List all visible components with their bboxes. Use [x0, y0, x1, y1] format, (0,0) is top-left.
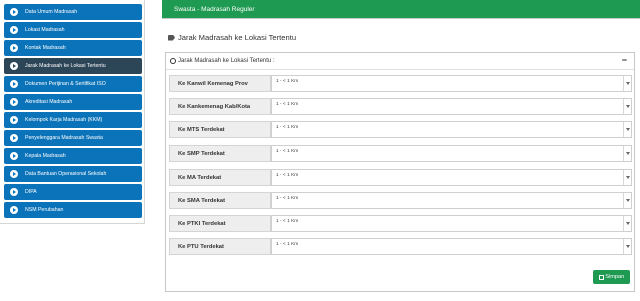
- row-label: Ke MTS Terdekat: [169, 121, 271, 138]
- play-circle-icon: [10, 116, 18, 124]
- distance-select[interactable]: 1 - < 1 Km: [271, 121, 632, 138]
- distance-select[interactable]: 1 - < 1 Km: [271, 215, 632, 232]
- sidebar-item-label: NSM Perubahan: [25, 207, 64, 213]
- distance-select[interactable]: 1 - < 1 Km: [271, 192, 632, 209]
- chevron-down-icon: [623, 216, 631, 231]
- row-label: Ke SMA Terdekat: [169, 192, 271, 209]
- chevron-down-icon: [623, 170, 631, 185]
- sidebar-menu: Data Umum Madrasah Lokasi Madrasah Konta…: [0, 0, 145, 224]
- distance-select[interactable]: 1 - < 1 Km: [271, 145, 632, 162]
- sidebar-item-lokasi[interactable]: Lokasi Madrasah: [4, 22, 142, 38]
- floppy-disk-icon: [598, 274, 604, 280]
- sidebar-item-label: Kontak Madrasah: [25, 45, 66, 51]
- select-value: 1 - < 1 Km: [276, 242, 299, 247]
- row-label: Ke PTKI Terdekat: [169, 215, 271, 232]
- sidebar-item-label: Kepala Madrasah: [25, 153, 66, 159]
- sidebar-item-akreditasi[interactable]: Akreditasi Madrasah: [4, 94, 142, 110]
- sidebar-item-label: Data Umum Madrasah: [25, 9, 78, 15]
- madrasah-type-banner: Swasta - Madrasah Reguler: [162, 0, 640, 18]
- distance-row-kanwil: Ke Kanwil Kemenag Prov 1 - < 1 Km: [169, 75, 632, 92]
- play-circle-icon: [10, 206, 18, 214]
- distance-row-ptki: Ke PTKI Terdekat 1 - < 1 Km: [169, 215, 632, 232]
- play-circle-icon: [10, 134, 18, 142]
- sidebar-item-label: Akreditasi Madrasah: [25, 99, 73, 105]
- distance-row-smp: Ke SMP Terdekat 1 - < 1 Km: [169, 145, 632, 162]
- chevron-down-icon: [623, 99, 631, 114]
- app: Data Umum Madrasah Lokasi Madrasah Konta…: [0, 0, 640, 301]
- sidebar-item-penyelenggara[interactable]: Penyelenggara Madrasah Swasta: [4, 130, 142, 146]
- sidebar-item-kepala[interactable]: Kepala Madrasah: [4, 148, 142, 164]
- sidebar-item-label: Jarak Madrasah ke Lokasi Tertentu: [25, 63, 106, 69]
- select-value: 1 - < 1 Km: [276, 125, 299, 130]
- sidebar-item-label: Data Bantuan Operasional Sekolah: [25, 171, 107, 177]
- play-circle-icon: [10, 8, 18, 16]
- section-title: Jarak Madrasah ke Lokasi Tertentu: [168, 33, 296, 42]
- play-circle-icon: [10, 188, 18, 196]
- section-title-text: Jarak Madrasah ke Lokasi Tertentu: [178, 33, 297, 42]
- collapse-button[interactable]: −: [622, 56, 627, 65]
- sidebar-item-label: Penyelenggara Madrasah Swasta: [25, 135, 103, 141]
- save-button[interactable]: Simpan: [593, 270, 630, 284]
- panel-header: Jarak Madrasah ke Lokasi Tertentu : −: [166, 53, 634, 70]
- row-label: Ke Kanwil Kemenag Prov: [169, 75, 271, 92]
- select-value: 1 - < 1 Km: [276, 102, 299, 107]
- sidebar-item-bos[interactable]: Data Bantuan Operasional Sekolah: [4, 166, 142, 182]
- sidebar-item-kontak[interactable]: Kontak Madrasah: [4, 40, 142, 56]
- row-label: Ke PTU Terdekat: [169, 238, 271, 255]
- distance-row-mts: Ke MTS Terdekat 1 - < 1 Km: [169, 121, 632, 138]
- distance-panel: Jarak Madrasah ke Lokasi Tertentu : − Ke…: [165, 52, 635, 292]
- cogs-icon: [170, 58, 176, 64]
- sidebar-item-dokumen[interactable]: Dokumen Perijinan & Sertifikat ISO: [4, 76, 142, 92]
- play-circle-icon: [10, 62, 18, 70]
- row-label: Ke MA Terdekat: [169, 169, 271, 186]
- play-circle-icon: [10, 152, 18, 160]
- sidebar-item-nsm[interactable]: NSM Perubahan: [4, 202, 142, 218]
- tag-icon: [168, 34, 175, 41]
- distance-row-ma: Ke MA Terdekat 1 - < 1 Km: [169, 169, 632, 186]
- play-circle-icon: [10, 170, 18, 178]
- chevron-down-icon: [623, 122, 631, 137]
- sidebar-item-label: Dokumen Perijinan & Sertifikat ISO: [25, 81, 106, 87]
- distance-row-sma: Ke SMA Terdekat 1 - < 1 Km: [169, 192, 632, 209]
- select-value: 1 - < 1 Km: [276, 219, 299, 224]
- sidebar-item-label: DIPA: [25, 189, 37, 195]
- select-value: 1 - < 1 Km: [276, 196, 299, 201]
- chevron-down-icon: [623, 239, 631, 254]
- sidebar-item-jarak[interactable]: Jarak Madrasah ke Lokasi Tertentu: [4, 58, 142, 74]
- banner-text: Swasta - Madrasah Reguler: [174, 5, 255, 13]
- sidebar-item-dipa[interactable]: DIPA: [4, 184, 142, 200]
- sidebar-item-kkm[interactable]: Kelompok Karja Madrasah (KKM): [4, 112, 142, 128]
- chevron-down-icon: [623, 76, 631, 91]
- play-circle-icon: [10, 44, 18, 52]
- distance-row-ptu: Ke PTU Terdekat 1 - < 1 Km: [169, 238, 632, 255]
- chevron-down-icon: [623, 193, 631, 208]
- select-value: 1 - < 1 Km: [276, 173, 299, 178]
- play-circle-icon: [10, 26, 18, 34]
- save-label: Simpan: [605, 274, 625, 280]
- select-value: 1 - < 1 Km: [276, 79, 299, 84]
- row-label: Ke Kankemenag Kab/Kota: [169, 98, 271, 115]
- panel-heading: Jarak Madrasah ke Lokasi Tertentu :: [178, 58, 275, 64]
- distance-select[interactable]: 1 - < 1 Km: [271, 169, 632, 186]
- select-value: 1 - < 1 Km: [276, 149, 299, 154]
- distance-select[interactable]: 1 - < 1 Km: [271, 75, 632, 92]
- row-label: Ke SMP Terdekat: [169, 145, 271, 162]
- chevron-down-icon: [623, 146, 631, 161]
- sidebar-item-data-umum[interactable]: Data Umum Madrasah: [4, 4, 142, 20]
- sidebar-item-label: Kelompok Karja Madrasah (KKM): [25, 117, 103, 123]
- distance-select[interactable]: 1 - < 1 Km: [271, 98, 632, 115]
- play-circle-icon: [10, 98, 18, 106]
- distance-select[interactable]: 1 - < 1 Km: [271, 238, 632, 255]
- distance-row-kankemenag: Ke Kankemenag Kab/Kota 1 - < 1 Km: [169, 98, 632, 115]
- play-circle-icon: [10, 80, 18, 88]
- banner-divider: [162, 18, 640, 19]
- sidebar-item-label: Lokasi Madrasah: [25, 27, 65, 33]
